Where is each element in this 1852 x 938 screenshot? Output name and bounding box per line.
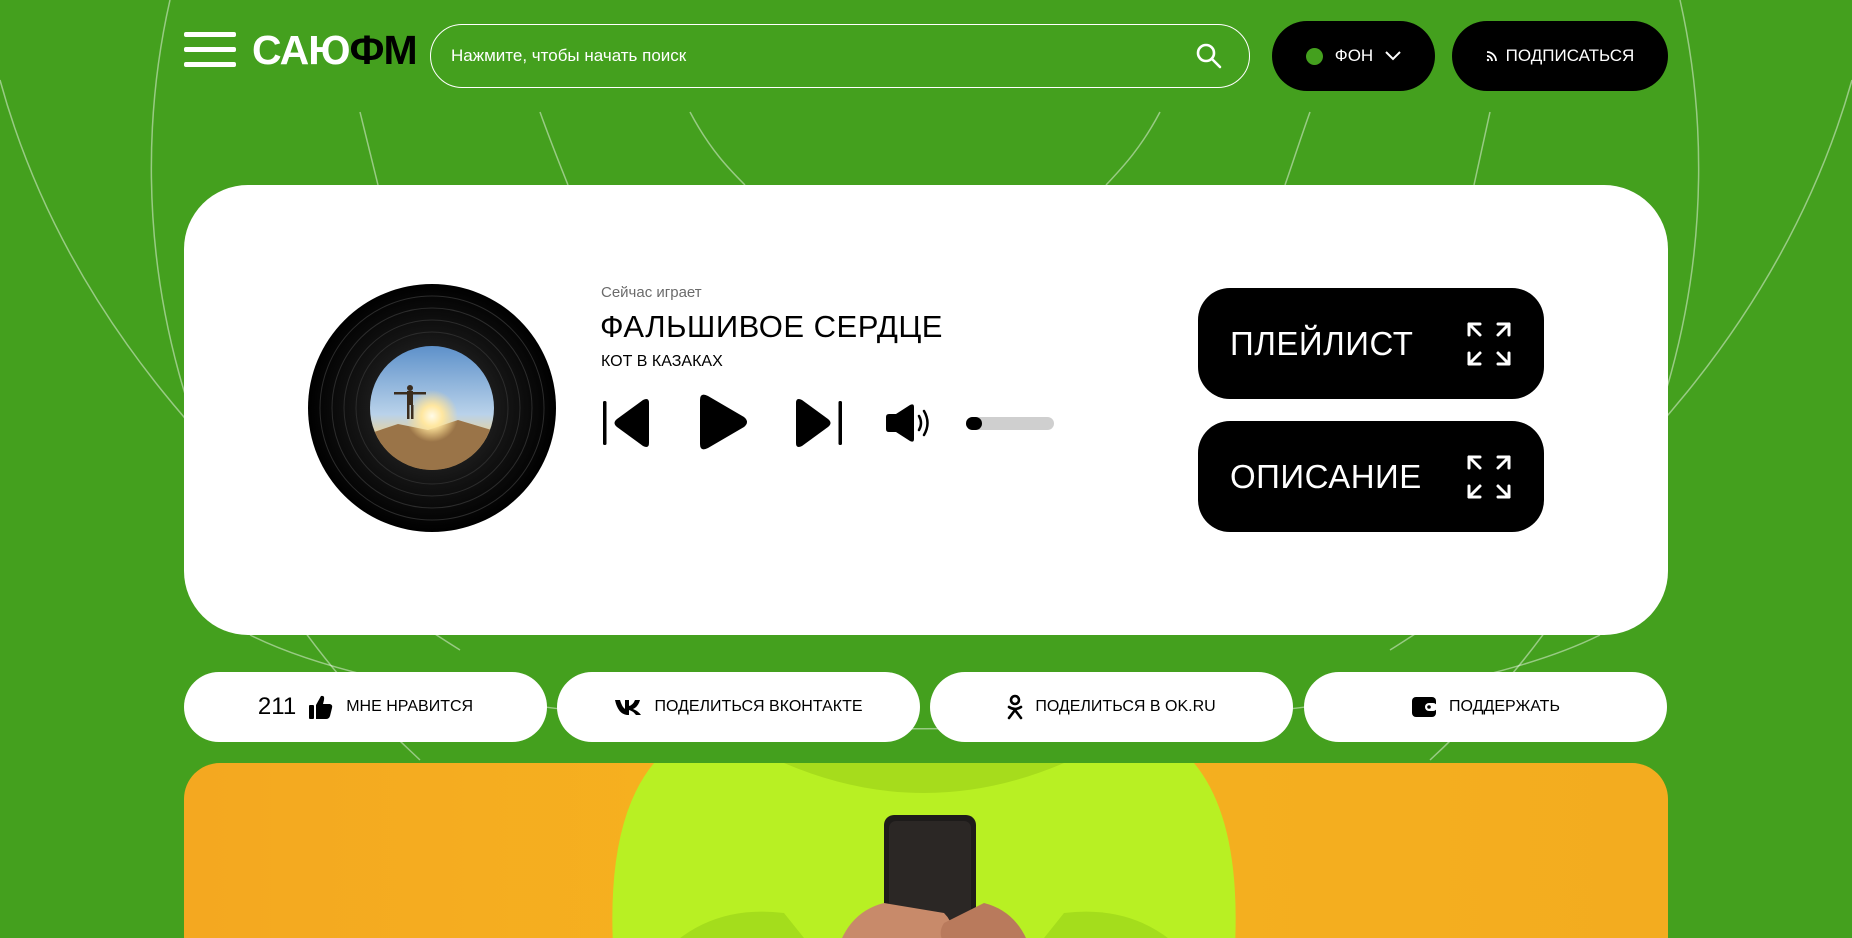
share-ok-button[interactable]: ПОДЕЛИТЬСЯ В OK.RU	[930, 672, 1293, 742]
likes-count: 211	[257, 693, 297, 720]
like-label: МНЕ НРАВИТСЯ	[346, 698, 474, 715]
search-box	[430, 24, 1250, 88]
subscribe-button[interactable]: ПОДПИСАТЬСЯ	[1452, 21, 1668, 91]
prev-icon[interactable]	[601, 397, 657, 449]
support-label: ПОДДЕРЖАТЬ	[1449, 698, 1560, 715]
site-header: САЮФМ ФОН ПОДПИСАТЬСЯ	[184, 21, 1668, 91]
chevron-down-icon	[1385, 51, 1401, 61]
promo-banner-image	[184, 763, 1668, 938]
volume-slider[interactable]	[966, 417, 1054, 430]
vk-icon	[615, 700, 642, 715]
background-color-dot	[1305, 47, 1323, 65]
logo-text-part1: САЮ	[252, 27, 350, 73]
search-icon[interactable]	[1195, 42, 1223, 70]
playlist-button[interactable]: ПЛЕЙЛИСТ	[1198, 288, 1544, 399]
vinyl-record-cover	[308, 284, 556, 532]
subscribe-label: ПОДПИСАТЬСЯ	[1505, 46, 1635, 65]
action-bar: 211 МНЕ НРАВИТСЯ ПОДЕЛИТЬСЯ ВКОНТАКТЕ ПО…	[184, 672, 1668, 742]
site-logo[interactable]: САЮФМ	[252, 25, 418, 75]
ok-icon	[1008, 694, 1023, 720]
player-card: Сейчас играет ФАЛЬШИВОЕ СЕРДЦЕ КОТ В КАЗ…	[184, 185, 1668, 635]
like-button[interactable]: 211 МНЕ НРАВИТСЯ	[184, 672, 547, 742]
expand-icon	[1467, 322, 1511, 366]
track-artist: КОТ В КАЗАКАХ	[601, 353, 723, 370]
menu-icon[interactable]	[184, 32, 236, 68]
share-ok-label: ПОДЕЛИТЬСЯ В OK.RU	[1035, 698, 1216, 715]
person-with-phone-illustration	[612, 763, 1236, 938]
logo-text-part2: ФМ	[349, 27, 417, 73]
share-vk-label: ПОДЕЛИТЬСЯ ВКОНТАКТЕ	[654, 698, 863, 715]
next-icon[interactable]	[788, 397, 844, 449]
wallet-icon	[1412, 697, 1438, 717]
background-select-label: ФОН	[1334, 46, 1374, 65]
play-icon[interactable]	[694, 392, 750, 452]
volume-slider-fill	[966, 417, 982, 430]
thumbs-up-icon	[309, 695, 333, 719]
expand-icon	[1467, 455, 1511, 499]
description-button[interactable]: ОПИСАНИЕ	[1198, 421, 1544, 532]
support-button[interactable]: ПОДДЕРЖАТЬ	[1304, 672, 1667, 742]
volume-icon[interactable]	[884, 403, 932, 443]
share-vk-button[interactable]: ПОДЕЛИТЬСЯ ВКОНТАКТЕ	[557, 672, 920, 742]
search-input[interactable]	[451, 25, 1191, 86]
background-select-button[interactable]: ФОН	[1272, 21, 1435, 91]
rss-icon	[1486, 51, 1497, 62]
playlist-label: ПЛЕЙЛИСТ	[1230, 325, 1414, 362]
now-playing-label: Сейчас играет	[601, 284, 702, 301]
description-label: ОПИСАНИЕ	[1230, 458, 1422, 495]
track-title: ФАЛЬШИВОЕ СЕРДЦЕ	[600, 309, 943, 344]
